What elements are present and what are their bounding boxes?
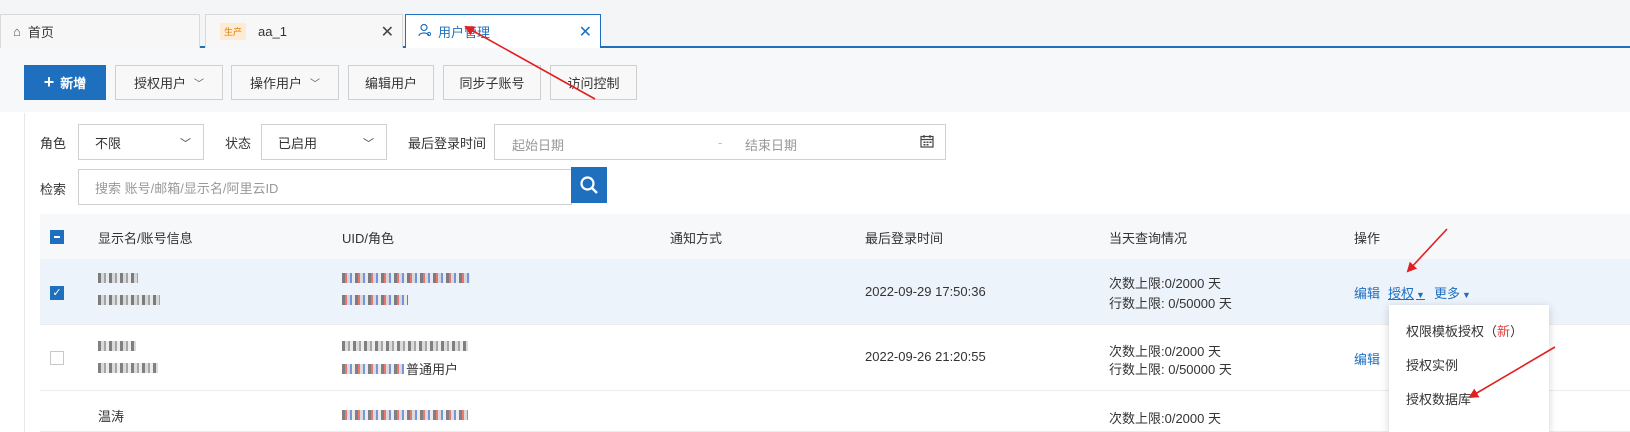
column-header-actions: 操作 bbox=[1354, 231, 1381, 246]
new-button[interactable]: + 新增 bbox=[24, 65, 106, 100]
redacted-account bbox=[98, 361, 158, 376]
edit-link[interactable]: 编辑 bbox=[1354, 283, 1380, 302]
edit-user-button[interactable]: 编辑用户 bbox=[348, 65, 434, 100]
row-checkbox[interactable]: ✓ bbox=[50, 286, 64, 300]
redacted-name bbox=[98, 339, 136, 354]
grant-users-button[interactable]: 授权用户 ﹀ bbox=[115, 65, 223, 100]
select-all-checkbox[interactable] bbox=[50, 230, 64, 244]
env-badge: 生产 bbox=[220, 23, 247, 40]
tab-home-label: 首页 bbox=[27, 25, 54, 40]
role-label: 普通用户 bbox=[406, 362, 459, 377]
date-range-separator: - bbox=[718, 135, 723, 150]
last-login-filter-label: 最后登录时间 bbox=[408, 136, 487, 151]
redacted-uid bbox=[342, 339, 468, 354]
chevron-down-icon: ﹀ bbox=[180, 138, 191, 150]
plus-icon: + bbox=[43, 72, 55, 92]
table-header: 显示名/账号信息 UID/角色 通知方式 最后登录时间 当天查询情况 操作 bbox=[40, 214, 1630, 259]
edit-link[interactable]: 编辑 bbox=[1354, 349, 1380, 368]
more-link-label: 更多 bbox=[1434, 286, 1461, 301]
query-row-limit: 行数上限: 0/50000 天 bbox=[1109, 362, 1232, 377]
edit-user-label: 编辑用户 bbox=[364, 76, 417, 91]
home-icon: ⌂ bbox=[13, 24, 21, 39]
toolbar: + 新增 授权用户 ﹀ 操作用户 ﹀ 编辑用户 同步子账号 访问控制 bbox=[0, 48, 1630, 112]
close-icon[interactable]: ✕ bbox=[579, 22, 592, 42]
grant-users-label: 授权用户 bbox=[133, 76, 186, 91]
status-select[interactable]: 已启用 ﹀ bbox=[261, 124, 387, 160]
role-select-value: 不限 bbox=[95, 135, 122, 151]
tab-home[interactable]: ⌂ 首页 bbox=[0, 14, 200, 48]
redacted-role bbox=[342, 293, 408, 308]
chevron-down-icon: ﹀ bbox=[194, 79, 204, 90]
more-dropdown-link[interactable]: 更多 ▼ bbox=[1434, 283, 1471, 302]
chevron-down-icon: ﹀ bbox=[363, 138, 374, 150]
redacted-name bbox=[98, 271, 138, 286]
grant-link-label: 授权 bbox=[1388, 286, 1415, 301]
last-login-time: 2022-09-26 21:20:55 bbox=[865, 349, 986, 364]
tab-aa-1-label: aa_1 bbox=[258, 24, 287, 39]
sync-sub-account-button[interactable]: 同步子账号 bbox=[443, 65, 541, 100]
operate-users-label: 操作用户 bbox=[249, 76, 302, 91]
end-date-input[interactable]: 结束日期 bbox=[745, 135, 797, 154]
query-count-limit: 次数上限:0/2000 天 bbox=[1109, 344, 1221, 359]
query-count-limit: 次数上限:0/2000 天 bbox=[1109, 276, 1221, 291]
tab-user-management[interactable]: 用户管理 ✕ bbox=[405, 14, 601, 50]
operate-users-button[interactable]: 操作用户 ﹀ bbox=[231, 65, 339, 100]
new-badge: 新 bbox=[1497, 324, 1511, 339]
chevron-down-icon: ﹀ bbox=[310, 79, 320, 90]
role-filter-label: 角色 bbox=[40, 136, 67, 151]
search-input[interactable]: 搜索 账号/邮箱/显示名/阿里云ID bbox=[78, 169, 572, 205]
tab-user-management-label: 用户管理 bbox=[438, 25, 491, 40]
grant-dropdown-menu: 权限模板授权（新） 授权实例 授权数据库 bbox=[1389, 305, 1549, 432]
close-icon[interactable]: ✕ bbox=[381, 22, 394, 42]
row-checkbox[interactable] bbox=[50, 351, 64, 365]
template-grant-close: ） bbox=[1510, 324, 1524, 339]
column-header-uid: UID/角色 bbox=[342, 231, 395, 246]
column-header-last-login: 最后登录时间 bbox=[865, 231, 944, 246]
menu-item-grant-database[interactable]: 授权数据库 bbox=[1406, 389, 1471, 408]
column-header-name: 显示名/账号信息 bbox=[98, 231, 193, 246]
tab-aa-1[interactable]: 生产 aa_1 ✕ bbox=[205, 14, 403, 48]
menu-item-grant-instance[interactable]: 授权实例 bbox=[1406, 355, 1458, 374]
new-button-label: 新增 bbox=[60, 76, 87, 91]
start-date-input[interactable]: 起始日期 bbox=[512, 135, 564, 154]
date-range-picker[interactable]: 起始日期 - 结束日期 bbox=[494, 124, 946, 160]
redacted-uid bbox=[342, 408, 468, 423]
grant-dropdown-link[interactable]: 授权 ▼ bbox=[1388, 283, 1425, 302]
status-select-value: 已启用 bbox=[278, 135, 318, 151]
query-count-limit: 次数上限:0/2000 天 bbox=[1109, 411, 1221, 426]
access-control-label: 访问控制 bbox=[567, 76, 620, 91]
caret-down-icon: ▼ bbox=[1462, 290, 1471, 300]
column-header-query: 当天查询情况 bbox=[1109, 231, 1188, 246]
status-filter-label: 状态 bbox=[225, 136, 252, 151]
caret-down-icon: ▼ bbox=[1416, 290, 1425, 300]
redacted-account bbox=[98, 293, 160, 308]
menu-item-template-grant[interactable]: 权限模板授权（新） bbox=[1406, 321, 1523, 340]
last-login-time: 2022-09-29 17:50:36 bbox=[865, 284, 986, 299]
redacted-uid bbox=[342, 271, 470, 286]
user-icon bbox=[418, 23, 432, 40]
column-header-notify: 通知方式 bbox=[670, 231, 723, 246]
role-select[interactable]: 不限 ﹀ bbox=[78, 124, 204, 160]
partial-name: 温涛 bbox=[98, 409, 125, 424]
search-filter-label: 检索 bbox=[40, 182, 67, 197]
access-control-button[interactable]: 访问控制 bbox=[550, 65, 637, 100]
tab-bar: ⌂ 首页 生产 aa_1 ✕ 用户管理 ✕ bbox=[0, 0, 1630, 50]
search-icon bbox=[580, 176, 598, 194]
calendar-icon[interactable] bbox=[920, 134, 934, 151]
template-grant-label: 权限模板授权（ bbox=[1406, 324, 1498, 339]
uid-role-cell: 普通用户 bbox=[342, 359, 458, 378]
sync-sub-account-label: 同步子账号 bbox=[459, 76, 525, 91]
query-row-limit: 行数上限: 0/50000 天 bbox=[1109, 296, 1232, 311]
search-button[interactable] bbox=[571, 167, 607, 203]
